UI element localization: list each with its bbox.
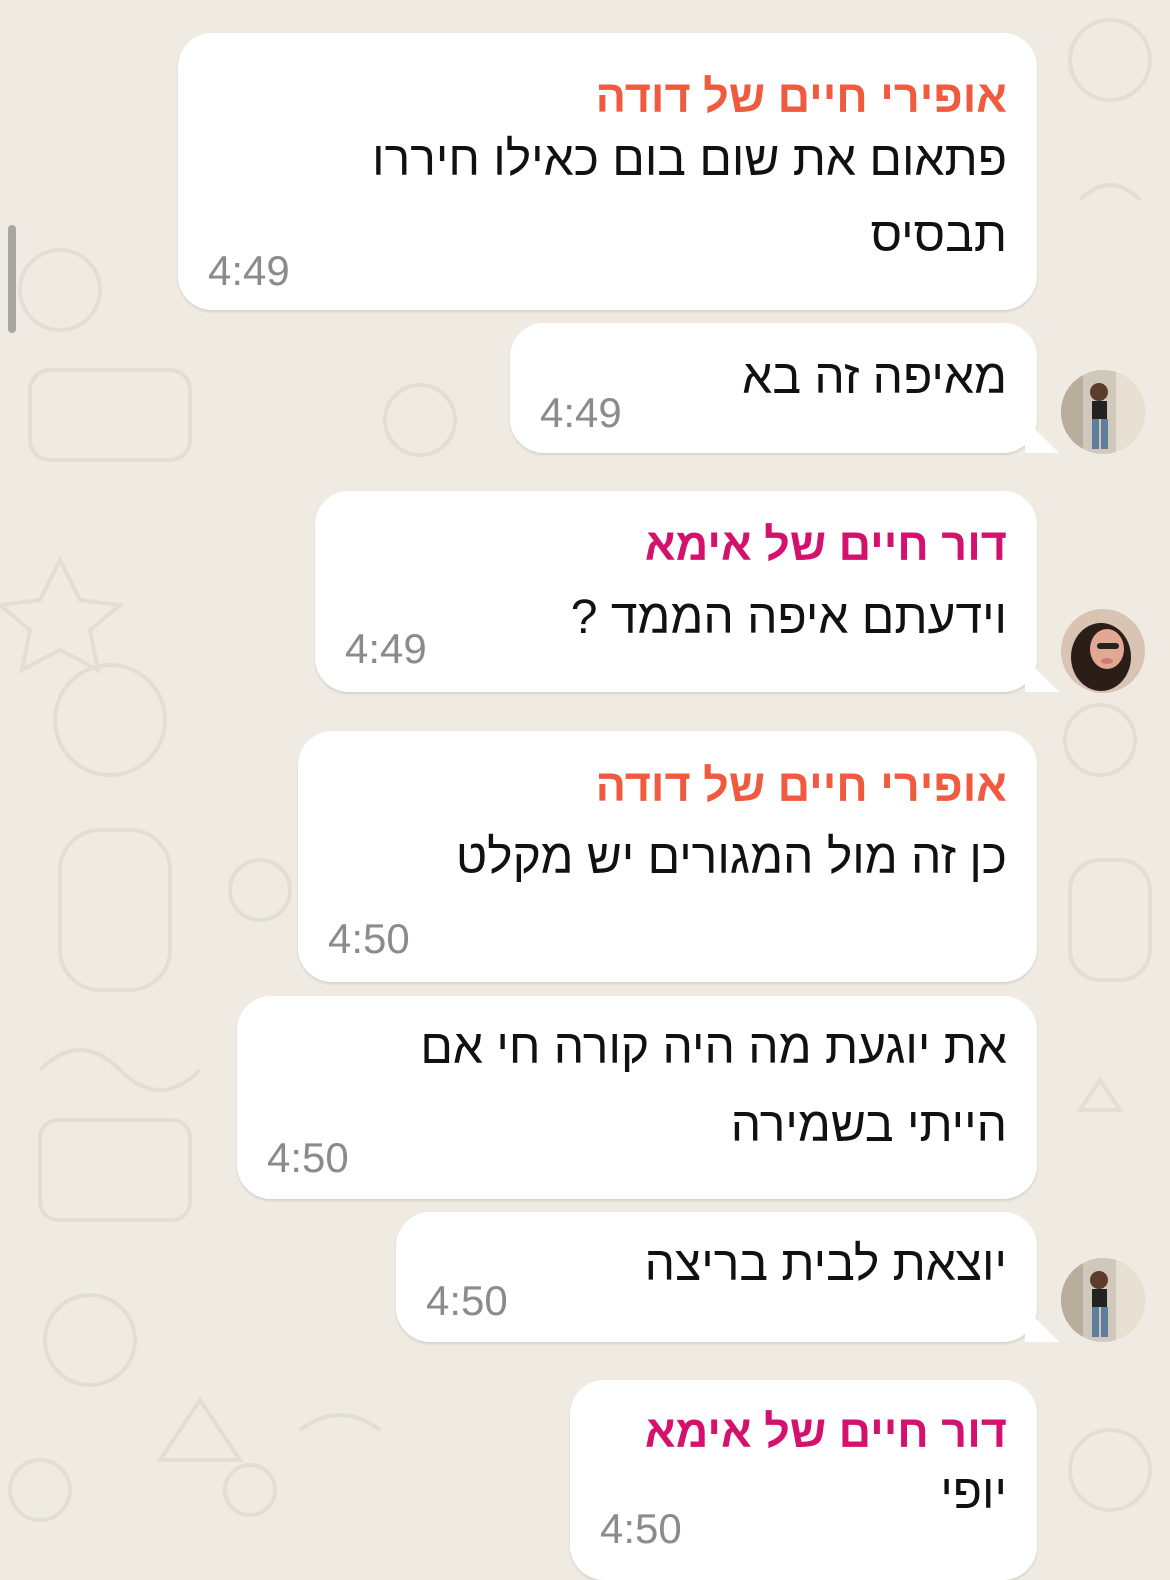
message-time: 4:49 xyxy=(345,625,427,672)
avatar[interactable] xyxy=(1061,609,1145,693)
message-text: יופי xyxy=(940,1466,1007,1519)
message-text: את יוגעת מה היה קורה חי אם xyxy=(420,1021,1007,1074)
message-bubble[interactable]: דור חיים של אימא יופי 4:50 xyxy=(570,1380,1037,1580)
person-photo-icon xyxy=(1061,609,1145,693)
sender-name: אופירי חיים של דודה xyxy=(595,760,1007,811)
scrollbar[interactable] xyxy=(8,225,16,333)
message-text: פתאום את שום בום כאילו חיררו xyxy=(372,133,1007,186)
message-bubble[interactable]: אופירי חיים של דודה כן זה מול המגורים יש… xyxy=(298,731,1037,982)
avatar[interactable] xyxy=(1061,370,1145,454)
person-photo-icon xyxy=(1061,1258,1145,1342)
message-text: כן זה מול המגורים יש מקלט xyxy=(455,831,1007,884)
avatar[interactable] xyxy=(1061,1258,1145,1342)
message-time: 4:50 xyxy=(328,915,410,962)
message-bubble[interactable]: יוצאת לבית בריצה 4:50 xyxy=(396,1212,1059,1342)
message-text: מאיפה זה בא xyxy=(742,351,1007,404)
message-text: יוצאת לבית בריצה xyxy=(644,1238,1007,1291)
sender-name: דור חיים של אימא xyxy=(644,1406,1007,1457)
message-bubble[interactable]: מאיפה זה בא 4:49 xyxy=(510,323,1059,453)
message-text: וידעתם איפה הממד ? xyxy=(570,591,1007,644)
message-text: תבסיס xyxy=(870,209,1007,262)
message-time: 4:49 xyxy=(208,247,290,294)
sender-name: דור חיים של אימא xyxy=(644,519,1007,570)
message-time: 4:49 xyxy=(540,389,622,436)
message-bubble[interactable]: דור חיים של אימא וידעתם איפה הממד ? 4:49 xyxy=(315,491,1059,692)
message-text: הייתי בשמירה xyxy=(730,1099,1007,1152)
message-bubble[interactable]: את יוגעת מה היה קורה חי אם הייתי בשמירה … xyxy=(237,996,1037,1199)
message-bubble[interactable]: אופירי חיים של דודה פתאום את שום בום כאי… xyxy=(178,33,1037,310)
message-time: 4:50 xyxy=(426,1277,508,1324)
message-time: 4:50 xyxy=(600,1505,682,1552)
sender-name: אופירי חיים של דודה xyxy=(595,71,1007,122)
message-time: 4:50 xyxy=(267,1134,349,1181)
person-photo-icon xyxy=(1061,370,1145,454)
